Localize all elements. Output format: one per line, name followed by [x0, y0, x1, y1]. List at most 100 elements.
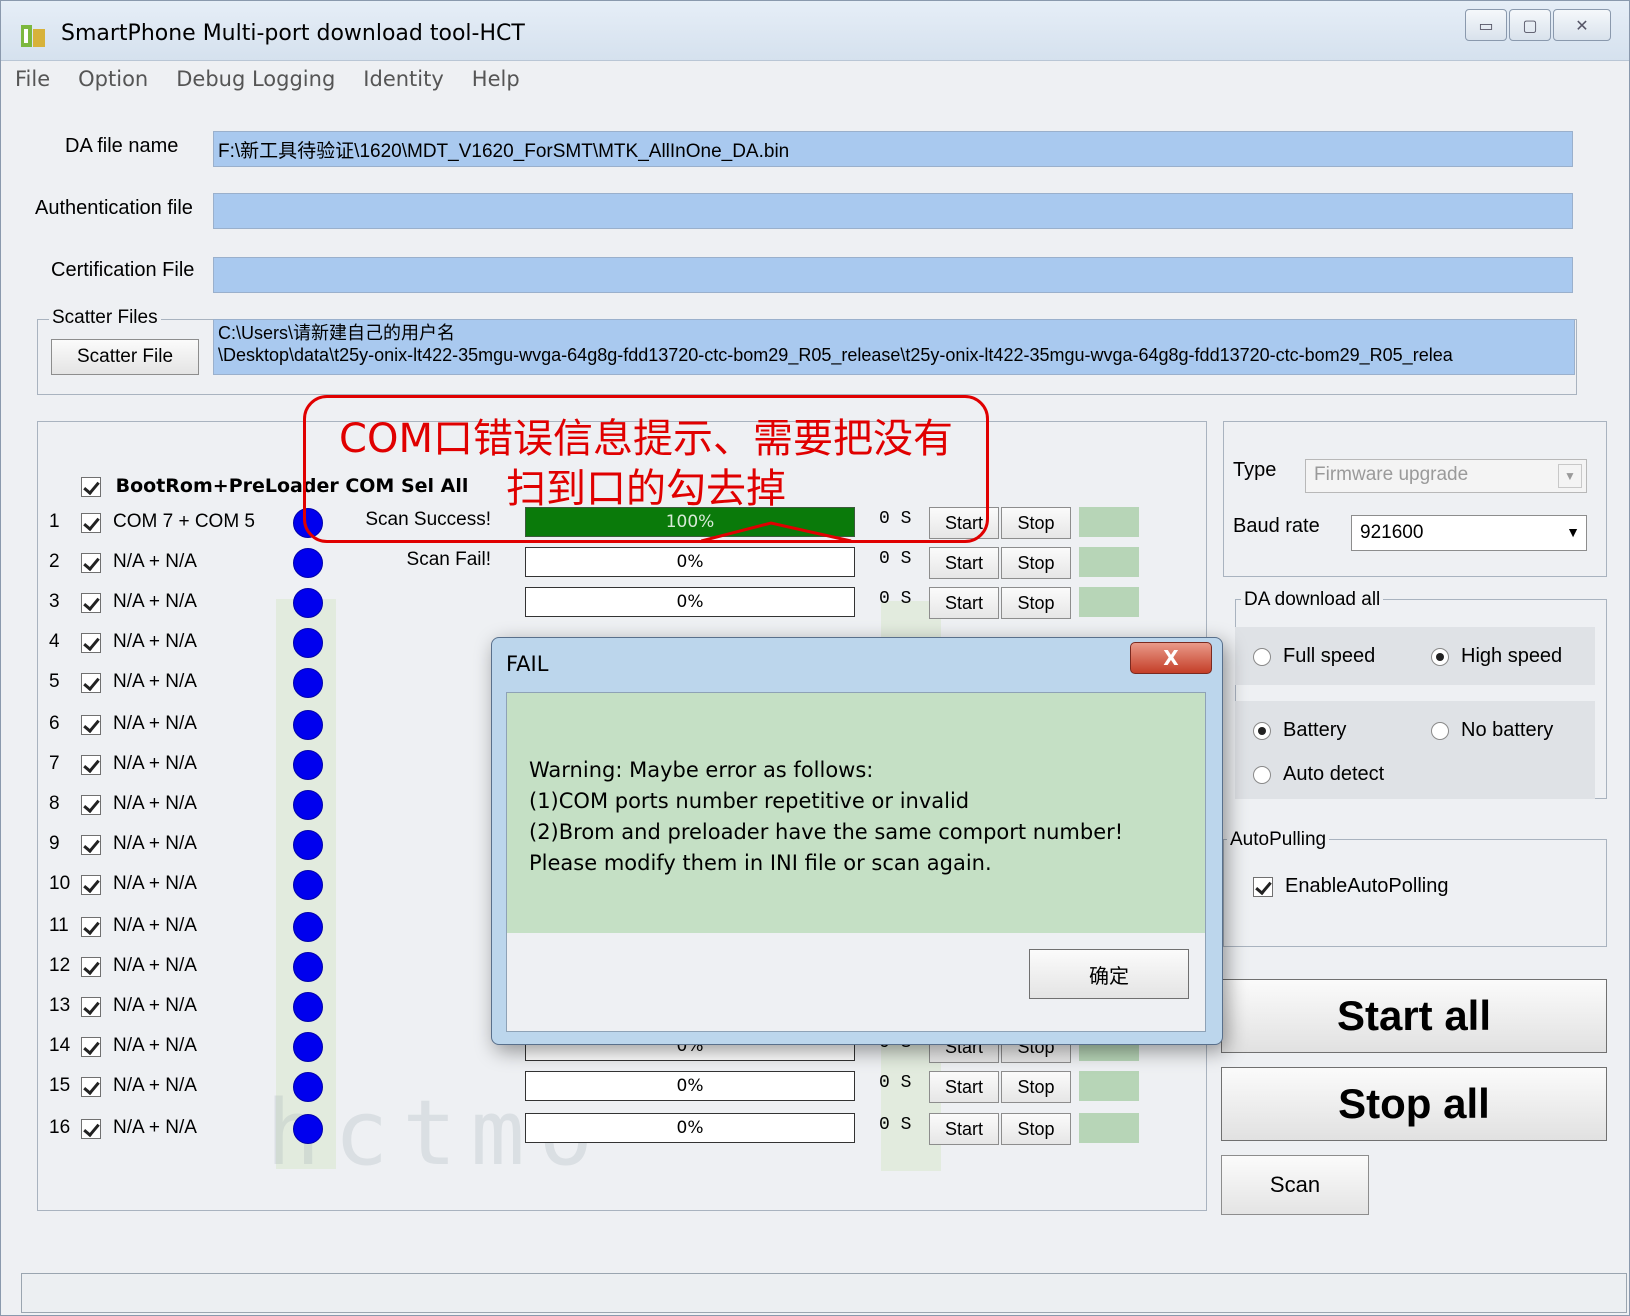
auth-file-field[interactable]	[213, 193, 1573, 229]
port-checkbox[interactable]	[81, 553, 101, 573]
no-battery-radio[interactable]	[1431, 721, 1449, 740]
app-icon	[21, 25, 45, 47]
close-window-button[interactable]: ✕	[1553, 9, 1611, 41]
battery-radio[interactable]	[1253, 721, 1271, 740]
port-checkbox[interactable]	[81, 795, 101, 815]
port-checkbox[interactable]	[81, 917, 101, 937]
start-all-button[interactable]: Start all	[1221, 979, 1607, 1053]
port-com-label: N/A + N/A	[113, 551, 197, 572]
port-number: 4	[49, 631, 60, 652]
autopulling-group-title: AutoPulling	[1227, 829, 1330, 851]
maximize-icon: ▢	[1522, 15, 1538, 35]
dialog-ok-button[interactable]: 确定	[1029, 949, 1189, 999]
full-speed-radio[interactable]	[1253, 647, 1271, 666]
minimize-button[interactable]: ▭	[1465, 9, 1507, 41]
menu-debug-logging[interactable]: Debug Logging	[176, 67, 335, 101]
chevron-down-icon: ▼	[1558, 464, 1582, 488]
baud-rate-value: 921600	[1360, 522, 1424, 543]
port-elapsed-time: 0 S	[879, 1073, 912, 1093]
full-speed-label: Full speed	[1283, 645, 1376, 667]
port-start-button[interactable]: Start	[929, 587, 999, 619]
enable-autopolling-option[interactable]: EnableAutoPolling	[1253, 875, 1448, 898]
port-checkbox[interactable]	[81, 673, 101, 693]
port-checkbox[interactable]	[81, 513, 101, 533]
port-status-indicator	[293, 870, 323, 900]
port-stop-button[interactable]: Stop	[1001, 587, 1071, 619]
baud-rate-select[interactable]: 921600 ▼	[1351, 515, 1587, 551]
port-checkbox[interactable]	[81, 875, 101, 895]
menu-identity[interactable]: Identity	[363, 67, 443, 101]
battery-option[interactable]: Battery	[1253, 719, 1346, 742]
port-checkbox[interactable]	[81, 1037, 101, 1057]
da-file-label: DA file name	[65, 135, 179, 157]
port-checkbox[interactable]	[81, 957, 101, 977]
enable-autopolling-checkbox[interactable]	[1253, 876, 1273, 897]
port-row: 15 N/A + N/A 0% 0 S Start Stop	[49, 1069, 1169, 1107]
menu-file[interactable]: File	[15, 67, 50, 101]
menu-option[interactable]: Option	[78, 67, 148, 101]
dialog-close-button[interactable]: X	[1130, 642, 1212, 674]
port-com-label: COM 7 + COM 5	[113, 511, 255, 532]
port-number: 3	[49, 591, 60, 612]
port-number: 5	[49, 671, 60, 692]
port-com-label: N/A + N/A	[113, 995, 197, 1016]
port-stop-button[interactable]: Stop	[1001, 1113, 1071, 1145]
scatter-files-group-title: Scatter Files	[49, 307, 161, 329]
port-checkbox[interactable]	[81, 715, 101, 735]
high-speed-option[interactable]: High speed	[1431, 645, 1562, 668]
auto-detect-option[interactable]: Auto detect	[1253, 763, 1384, 786]
port-result-swatch	[1079, 547, 1139, 577]
port-checkbox[interactable]	[81, 997, 101, 1017]
port-start-button[interactable]: Start	[929, 1113, 999, 1145]
select-all-checkbox[interactable]	[81, 476, 101, 497]
port-com-label: N/A + N/A	[113, 955, 197, 976]
port-status-indicator	[293, 790, 323, 820]
port-status-indicator	[293, 588, 323, 618]
dialog-title: FAIL	[506, 652, 549, 676]
cert-file-field[interactable]	[213, 257, 1573, 293]
scatter-path-line2: \Desktop\data\t25y-onix-lt422-35mgu-wvga…	[218, 345, 1453, 365]
port-stop-button[interactable]: Stop	[1001, 547, 1071, 579]
port-start-button[interactable]: Start	[929, 547, 999, 579]
da-file-field[interactable]: F:\新工具待验证\1620\MDT_V1620_ForSMT\MTK_AllI…	[213, 131, 1573, 167]
high-speed-radio[interactable]	[1431, 647, 1449, 666]
port-com-label: N/A + N/A	[113, 1035, 197, 1056]
scatter-file-button[interactable]: Scatter File	[51, 339, 199, 375]
port-number: 2	[49, 551, 60, 572]
port-number: 6	[49, 713, 60, 734]
port-start-button[interactable]: Start	[929, 1071, 999, 1103]
menu-help[interactable]: Help	[472, 67, 520, 101]
auth-file-label: Authentication file	[35, 197, 193, 219]
port-checkbox[interactable]	[81, 593, 101, 613]
full-speed-option[interactable]: Full speed	[1253, 645, 1375, 668]
port-number: 1	[49, 511, 60, 532]
port-checkbox[interactable]	[81, 633, 101, 653]
port-checkbox[interactable]	[81, 755, 101, 775]
auto-detect-radio[interactable]	[1253, 765, 1271, 784]
port-status-indicator	[293, 710, 323, 740]
baud-rate-label: Baud rate	[1233, 515, 1320, 537]
port-elapsed-time: 0 S	[879, 549, 912, 569]
scan-button[interactable]: Scan	[1221, 1155, 1369, 1215]
stop-all-button[interactable]: Stop all	[1221, 1067, 1607, 1141]
port-checkbox[interactable]	[81, 835, 101, 855]
status-bar	[21, 1273, 1627, 1313]
port-number: 9	[49, 833, 60, 854]
no-battery-label: No battery	[1461, 719, 1554, 741]
type-select[interactable]: Firmware upgrade ▼	[1305, 459, 1587, 493]
port-number: 11	[49, 915, 69, 936]
dialog-message: Warning: Maybe error as follows: (1)COM …	[507, 693, 1205, 933]
port-stop-button[interactable]: Stop	[1001, 507, 1071, 539]
port-status-indicator	[293, 1114, 323, 1144]
annotation-pointer	[701, 521, 852, 543]
port-elapsed-time: 0 S	[879, 1115, 912, 1135]
port-stop-button[interactable]: Stop	[1001, 1071, 1071, 1103]
port-checkbox[interactable]	[81, 1119, 101, 1139]
port-com-label: N/A + N/A	[113, 833, 197, 854]
scatter-file-field[interactable]: C:\Users\请新建自己的用户名 \Desktop\data\t25y-on…	[213, 319, 1575, 375]
port-checkbox[interactable]	[81, 1077, 101, 1097]
port-status-indicator	[293, 750, 323, 780]
port-number: 13	[49, 995, 71, 1016]
maximize-button[interactable]: ▢	[1509, 9, 1551, 41]
no-battery-option[interactable]: No battery	[1431, 719, 1553, 742]
